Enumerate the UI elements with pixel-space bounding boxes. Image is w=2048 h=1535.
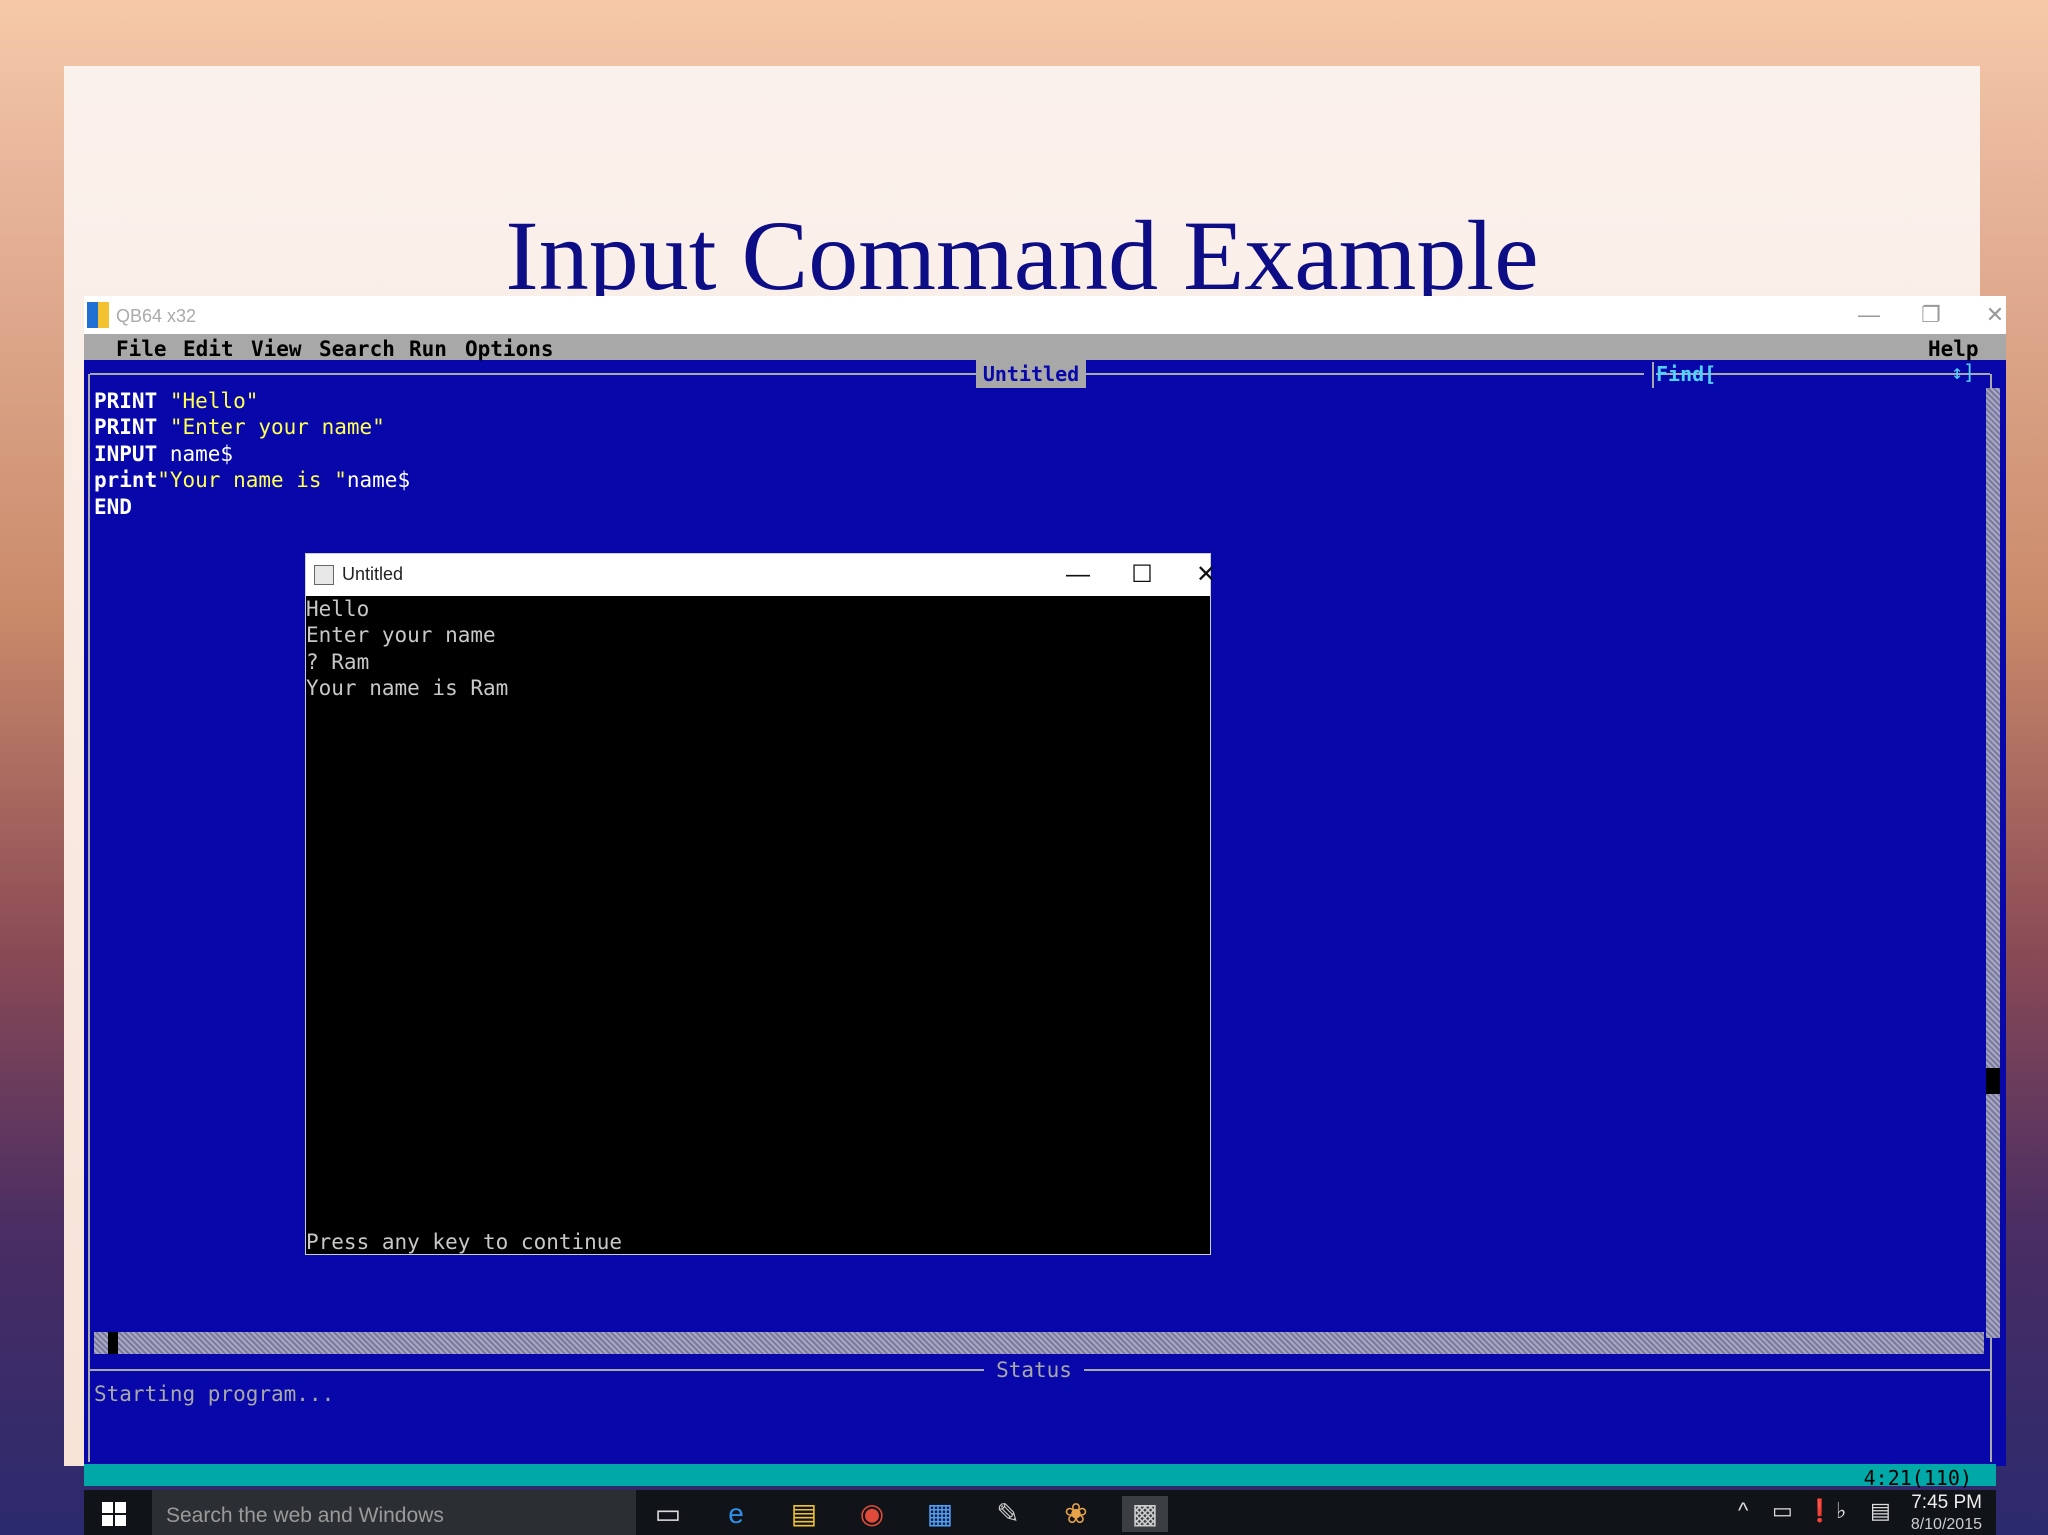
code-line[interactable]: INPUT name$ <box>94 441 410 467</box>
menu-options[interactable]: Options <box>465 337 554 361</box>
console-output-line: Hello <box>306 597 370 621</box>
taskbar-search-box[interactable]: Search the web and Windows <box>152 1490 636 1535</box>
paint-icon[interactable]: ❀ <box>1058 1496 1094 1532</box>
slide-title: Input Command Example <box>505 200 1539 311</box>
code-line[interactable]: print"Your name is "name$ <box>94 467 410 493</box>
code-token: "Hello" <box>169 389 259 413</box>
qb64-logo-icon <box>87 302 109 328</box>
wifi-icon[interactable]: ❗ <box>1806 1498 1833 1524</box>
output-minimize-button[interactable]: — <box>1048 558 1108 592</box>
menu-run[interactable]: Run <box>409 337 447 361</box>
code-token: "Your name is " <box>157 468 347 493</box>
editor-tab-title[interactable]: Untitled <box>976 360 1086 388</box>
vertical-scroll-thumb[interactable] <box>1986 1068 2000 1094</box>
active-app-icon[interactable]: ▩ <box>1122 1496 1168 1532</box>
menu-edit[interactable]: Edit <box>183 337 234 361</box>
code-token: PRINT <box>94 415 170 440</box>
find-divider <box>1652 362 1654 388</box>
windows-start-button[interactable] <box>102 1502 126 1526</box>
horizontal-scrollbar[interactable] <box>94 1332 1984 1354</box>
output-maximize-button[interactable]: ☐ <box>1112 558 1172 592</box>
code-token: "Enter your name" <box>169 415 385 440</box>
code-token: name$ <box>169 441 234 466</box>
horizontal-scroll-thumb[interactable] <box>108 1332 118 1354</box>
windows-taskbar: Search the web and Windows ▭ e ▤ ◉ ▦ ✎ ❀… <box>84 1490 1996 1535</box>
edge-browser-icon[interactable]: e <box>718 1496 754 1532</box>
menu-help[interactable]: Help <box>1928 337 1979 361</box>
code-line[interactable]: PRINT "Enter your name" <box>94 414 410 440</box>
action-center-icon[interactable]: ▤ <box>1870 1498 1891 1524</box>
ide-status-bar <box>84 1464 1996 1486</box>
ide-window-title: QB64 x32 <box>116 306 197 326</box>
code-line[interactable]: PRINT "Hello" <box>94 388 410 414</box>
taskbar-search-placeholder: Search the web and Windows <box>166 1504 444 1527</box>
press-any-key-text: Press any key to continue <box>306 1230 623 1254</box>
code-token: print <box>94 468 158 493</box>
code-token: name$ <box>346 468 411 493</box>
battery-icon[interactable]: ▭ <box>1772 1498 1793 1524</box>
code-line[interactable]: END <box>94 494 410 520</box>
console-output-line: ? Ram <box>306 649 370 674</box>
program-output-window: Untitled — ☐ ✕ Hello Enter your name? Ram… <box>305 553 1216 1255</box>
find-field[interactable]: Find[ <box>1656 362 1716 386</box>
ide-titlebar: QB64 x32 — ❐ ✕ <box>84 296 2006 334</box>
editor-frame-top <box>90 373 1644 375</box>
output-titlebar: Untitled — ☐ ✕ <box>306 554 1216 596</box>
file-explorer-icon[interactable]: ▤ <box>786 1496 822 1532</box>
ide-minimize-button[interactable]: — <box>1844 300 1894 330</box>
console-output-line: Enter your name <box>306 623 496 648</box>
clock-time[interactable]: 7:45 PM <box>1911 1492 1982 1514</box>
menu-view[interactable]: View <box>251 337 302 361</box>
menu-search[interactable]: Search <box>319 337 395 361</box>
ide-close-button[interactable]: ✕ <box>1970 300 2020 330</box>
console-output-line: Your name is Ram <box>306 676 509 701</box>
code-editor[interactable]: PRINT "Hello" PRINT "Enter your name" INPU… <box>94 388 410 520</box>
console-window-icon <box>314 565 334 585</box>
code-token: PRINT <box>94 389 170 413</box>
task-view-icon[interactable]: ▭ <box>650 1496 686 1532</box>
clock-date[interactable]: 8/10/2015 <box>1911 1516 1982 1534</box>
output-window-title: Untitled <box>342 564 404 584</box>
menu-file[interactable]: File <box>116 337 167 361</box>
output-close-button[interactable]: ✕ <box>1176 558 1236 592</box>
ide-restore-button[interactable]: ❐ <box>1906 300 1956 330</box>
console-output: Hello Enter your name? Ram Your name is Ra… <box>306 596 508 702</box>
tray-chevron-icon[interactable]: ^ <box>1738 1498 1748 1524</box>
find-arrows-icon[interactable]: ↕] <box>1951 360 1975 384</box>
app-taskbar-icon[interactable]: ✎ <box>990 1496 1026 1532</box>
status-panel-label: Status <box>984 1358 1084 1382</box>
cursor-position: 4:21(110) <box>1863 1466 1972 1490</box>
status-text: Starting program... <box>94 1382 335 1406</box>
chrome-icon[interactable]: ◉ <box>854 1496 890 1532</box>
code-token: INPUT <box>94 441 170 466</box>
editor-frame-left <box>88 374 90 1462</box>
volume-muted-icon[interactable]: ♭ <box>1836 1498 1846 1524</box>
vertical-scrollbar[interactable] <box>1986 388 2000 1338</box>
qb64-taskbar-icon[interactable]: ▦ <box>922 1496 958 1532</box>
ide-menubar: File Edit View Search Run Options Help <box>84 334 2006 361</box>
code-token: END <box>94 494 132 519</box>
